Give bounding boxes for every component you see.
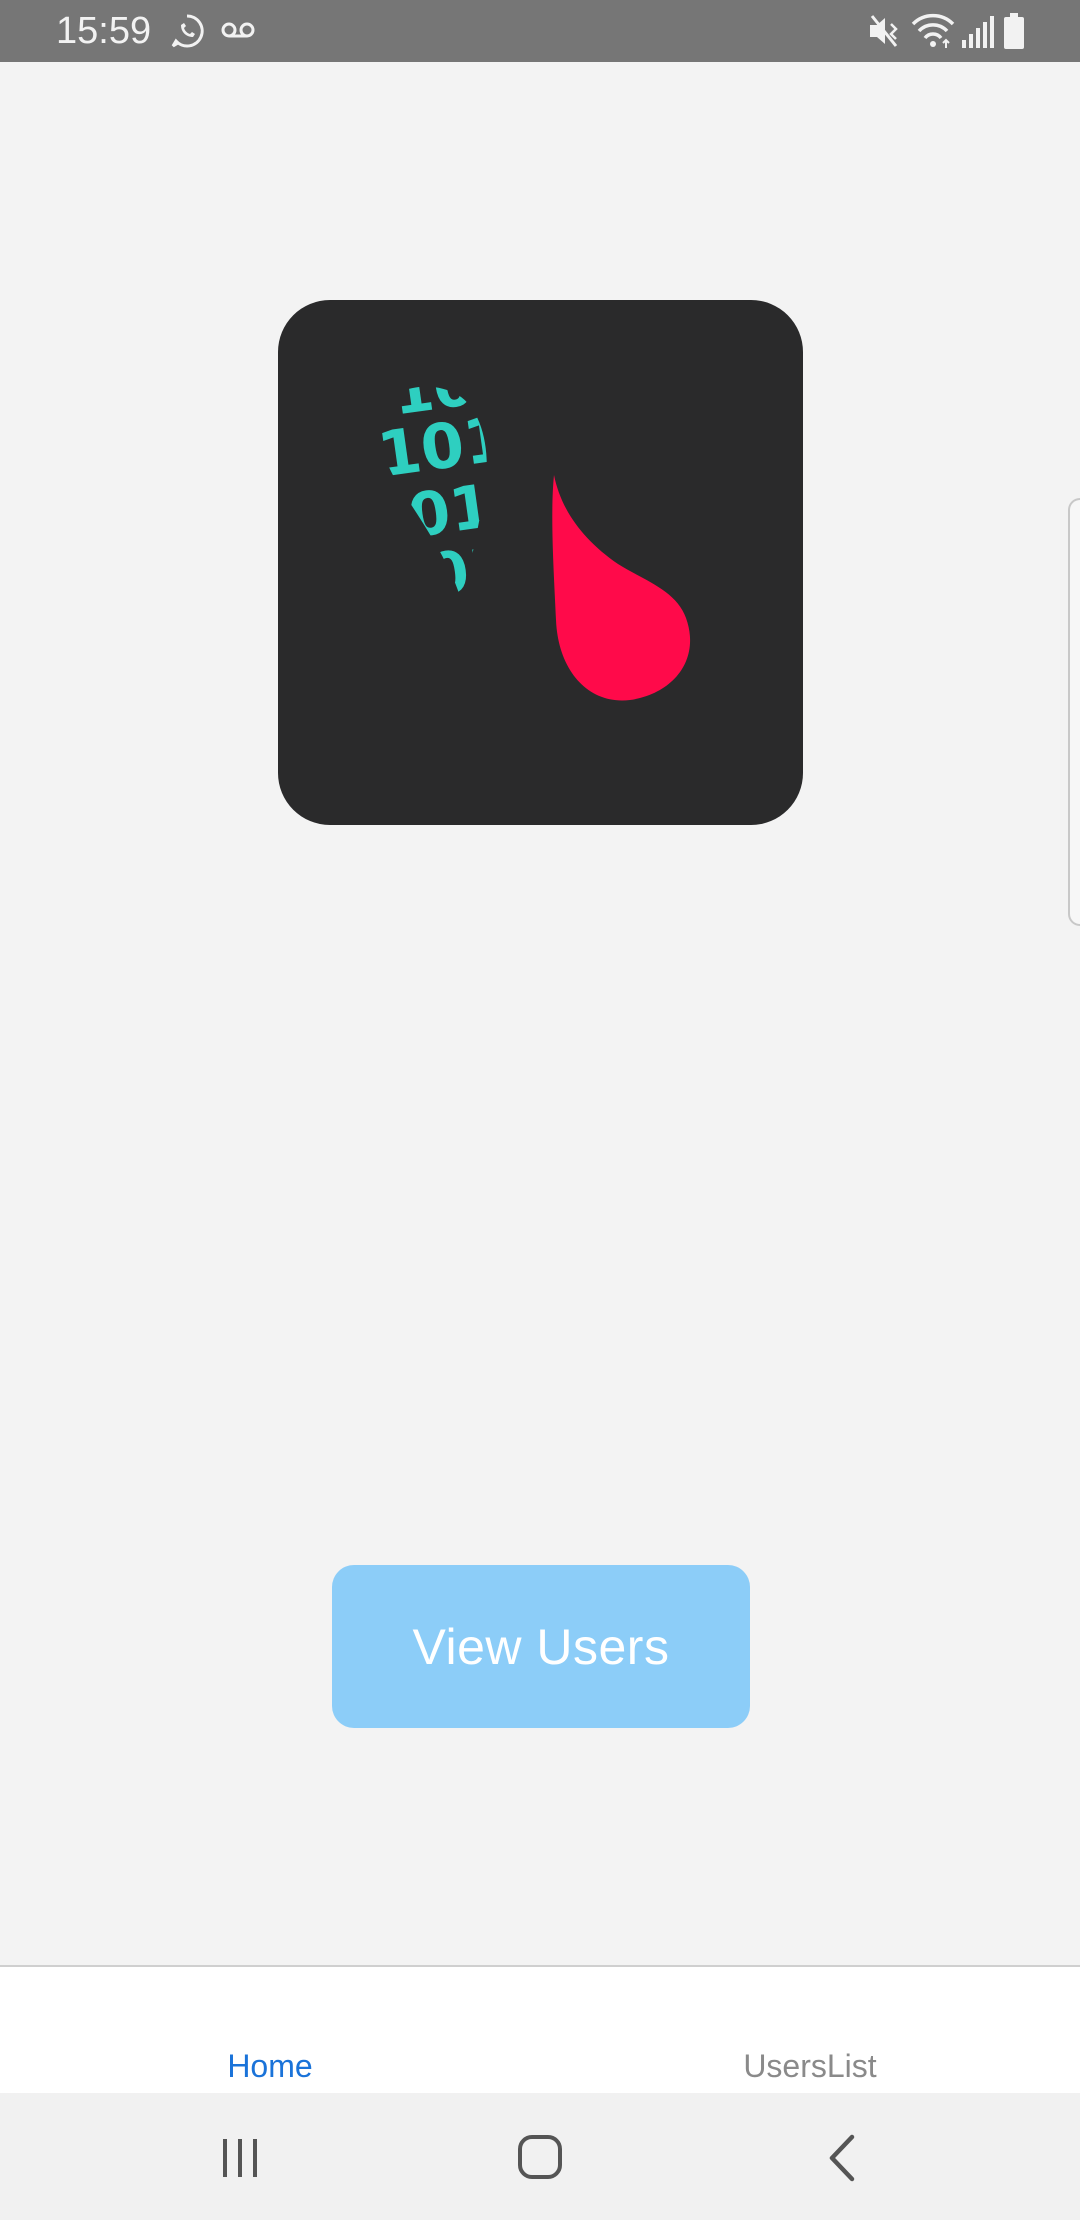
blood-drop-shape [552, 475, 691, 701]
binary-text-row-4: 01 [424, 531, 513, 610]
app-screen: 15:59 10 1010 010 01 View Users Home Use… [0, 0, 1080, 2220]
system-navigation-bar [0, 2093, 1080, 2220]
recent-apps-icon[interactable] [205, 2123, 275, 2193]
home-icon[interactable] [505, 2123, 575, 2193]
battery-icon [1004, 13, 1024, 49]
status-bar: 15:59 [0, 0, 1080, 62]
whatsapp-icon [171, 14, 204, 48]
edge-panel-handle[interactable] [1068, 498, 1080, 926]
voicemail-icon [221, 22, 255, 38]
bottom-tab-bar: Home UsersList [0, 1965, 1080, 2093]
vibrate-mute-icon [870, 15, 898, 47]
tab-users-list[interactable]: UsersList [540, 1967, 1080, 2093]
view-users-button[interactable]: View Users [332, 1565, 750, 1728]
back-icon[interactable] [808, 2123, 878, 2193]
signal-icon [962, 16, 994, 48]
status-time: 15:59 [56, 10, 152, 52]
binary-blood-drop-logo: 10 1010 010 01 [380, 387, 691, 701]
app-logo-card: 10 1010 010 01 [278, 300, 803, 825]
tab-home[interactable]: Home [0, 1967, 540, 2093]
wifi-icon [911, 13, 955, 48]
